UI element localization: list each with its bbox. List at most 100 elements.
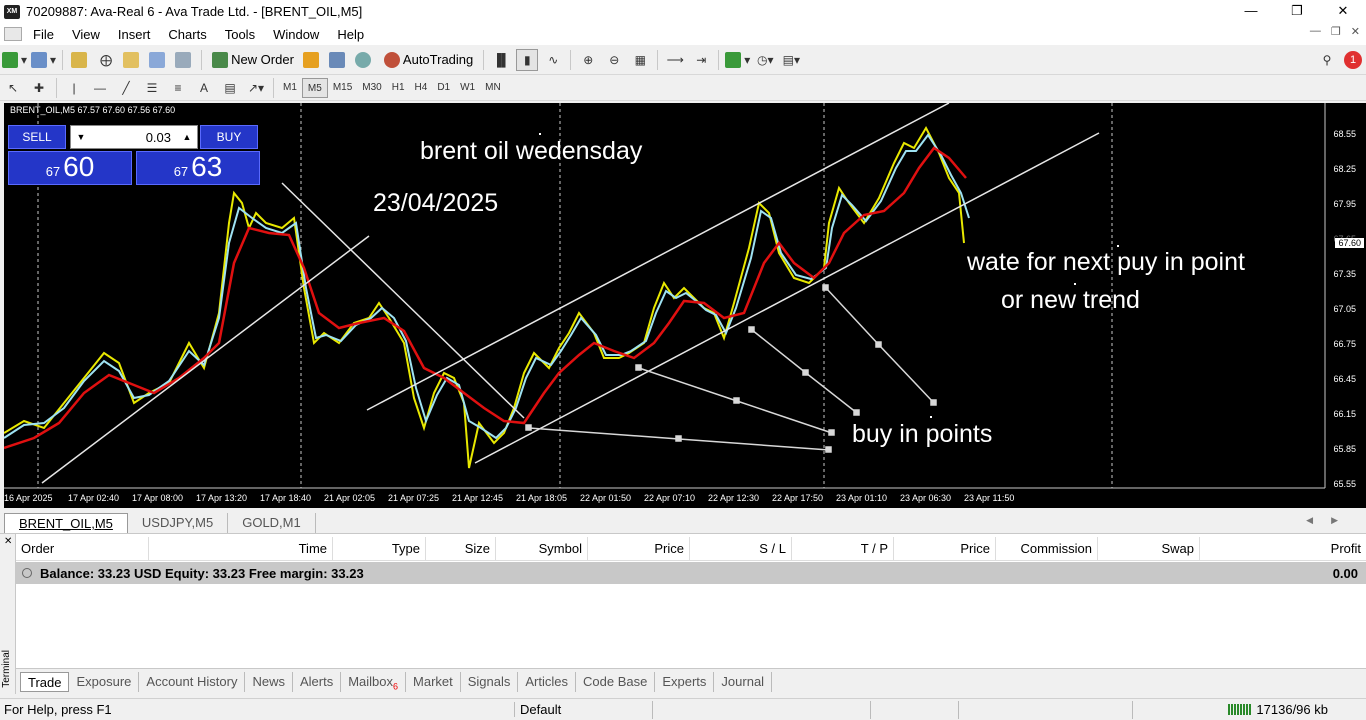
close-icon[interactable]: ✕ [1320, 0, 1366, 23]
chart-tab-gold[interactable]: GOLD,M1 [228, 513, 316, 533]
equidistant-channel-icon[interactable]: ☰ [141, 77, 163, 99]
column-size[interactable]: Size [426, 537, 496, 561]
trendline-icon[interactable]: ╱ [115, 77, 137, 99]
tab-signals[interactable]: Signals [461, 671, 519, 692]
templates-icon[interactable]: ▤▾ [780, 49, 802, 71]
crosshair-icon[interactable]: ✚ [28, 77, 50, 99]
sell-price-button[interactable]: 67 60 [8, 151, 132, 185]
column-type[interactable]: Type [333, 537, 426, 561]
column-profit[interactable]: Profit [1200, 537, 1366, 561]
tab-trade[interactable]: Trade [20, 671, 70, 692]
tf-w1[interactable]: W1 [455, 78, 480, 98]
tab-experts[interactable]: Experts [655, 671, 715, 692]
tf-h4[interactable]: H4 [410, 78, 433, 98]
menu-insert[interactable]: Insert [109, 27, 160, 42]
cursor-icon[interactable]: ↖ [2, 77, 24, 99]
tab-account-history[interactable]: Account History [139, 671, 246, 692]
lot-increase-icon[interactable]: ▲ [177, 132, 197, 142]
tf-mn[interactable]: MN [480, 78, 506, 98]
column-sl[interactable]: S / L [690, 537, 792, 561]
chart-window-icon[interactable] [4, 27, 22, 41]
bar-chart-icon[interactable]: ▐▌ [490, 49, 512, 71]
navigator-icon[interactable] [121, 49, 143, 71]
tabs-scroll-right-icon[interactable]: ▶ [1331, 515, 1356, 525]
menu-view[interactable]: View [63, 27, 109, 42]
tester-icon[interactable] [173, 49, 195, 71]
fibonacci-icon[interactable]: ≡ [167, 77, 189, 99]
balance-row[interactable]: Balance: 33.23 USD Equity: 33.23 Free ma… [16, 562, 1366, 584]
text-icon[interactable]: A [193, 77, 215, 99]
sell-button[interactable]: SELL [8, 125, 66, 149]
annotation-title[interactable]: brent oil wedensday [420, 137, 642, 166]
lot-decrease-icon[interactable]: ▼ [71, 132, 91, 142]
chart-tab-brent[interactable]: BRENT_OIL,M5 [4, 513, 128, 533]
lot-size-value[interactable]: 0.03 [91, 130, 177, 145]
auto-trading-button[interactable]: AutoTrading [380, 49, 477, 71]
column-symbol[interactable]: Symbol [496, 537, 588, 561]
metaeditor-icon[interactable] [302, 49, 324, 71]
tf-m15[interactable]: M15 [328, 78, 357, 98]
menu-file[interactable]: File [24, 27, 63, 42]
zoom-out-icon[interactable]: ⊖ [603, 49, 625, 71]
status-profile[interactable]: Default [514, 702, 652, 717]
community-icon[interactable] [354, 49, 376, 71]
mdi-minimize-icon[interactable]: — [1310, 25, 1321, 38]
candlestick-icon[interactable]: ▮ [516, 48, 539, 71]
column-price-current[interactable]: Price [894, 537, 996, 561]
column-commission[interactable]: Commission [996, 537, 1098, 561]
tf-d1[interactable]: D1 [432, 78, 455, 98]
price-chart[interactable]: BRENT_OIL,M5 67.57 67.60 67.56 67.60 SEL… [4, 103, 1366, 508]
mdi-close-icon[interactable]: ✕ [1351, 25, 1360, 38]
auto-scroll-icon[interactable]: ⟶ [664, 49, 686, 71]
column-swap[interactable]: Swap [1098, 537, 1200, 561]
menu-help[interactable]: Help [328, 27, 373, 42]
annotation-buy-points[interactable]: buy in points [852, 420, 992, 449]
buy-price-button[interactable]: 67 63 [136, 151, 260, 185]
column-time[interactable]: Time [149, 537, 333, 561]
menu-window[interactable]: Window [264, 27, 328, 42]
tabs-scroll-left-icon[interactable]: ◀ [1306, 515, 1331, 525]
zoom-in-icon[interactable]: ⊕ [577, 49, 599, 71]
tf-m30[interactable]: M30 [357, 78, 386, 98]
tab-alerts[interactable]: Alerts [293, 671, 342, 692]
line-chart-icon[interactable]: ∿ [542, 49, 564, 71]
annotation-date[interactable]: 23/04/2025 [373, 189, 498, 218]
mdi-restore-icon[interactable]: ❐ [1331, 25, 1341, 38]
new-chart-icon[interactable]: ▾ [2, 49, 27, 71]
lot-size-field[interactable]: ▼ 0.03 ▲ [70, 125, 198, 149]
notifications-icon[interactable]: 1 [1342, 49, 1364, 71]
tf-m1[interactable]: M1 [278, 78, 302, 98]
profiles-icon[interactable]: ▾ [31, 49, 56, 71]
vertical-line-icon[interactable]: | [63, 77, 85, 99]
new-order-button[interactable]: New Order [208, 49, 298, 71]
tab-news[interactable]: News [245, 671, 293, 692]
indicators-icon[interactable]: ▾ [725, 49, 750, 71]
tab-market[interactable]: Market [406, 671, 461, 692]
options-icon[interactable] [328, 49, 350, 71]
terminal-icon[interactable] [147, 49, 169, 71]
tab-articles[interactable]: Articles [518, 671, 577, 692]
text-label-icon[interactable]: ▤ [219, 77, 241, 99]
tab-journal[interactable]: Journal [714, 671, 773, 692]
tf-m5[interactable]: M5 [301, 77, 328, 98]
tab-mailbox[interactable]: Mailbox6 [341, 671, 407, 692]
annotation-note-2[interactable]: or new trend [1001, 286, 1140, 315]
maximize-icon[interactable]: ❐ [1274, 0, 1320, 23]
arrows-icon[interactable]: ↗▾ [245, 77, 267, 99]
tf-h1[interactable]: H1 [387, 78, 410, 98]
annotation-note-1[interactable]: wate for next puy in point [967, 248, 1245, 277]
chart-tab-usdjpy[interactable]: USDJPY,M5 [128, 513, 229, 533]
crosshair-nav-icon[interactable]: ⨁ [95, 49, 117, 71]
column-price[interactable]: Price [588, 537, 690, 561]
horizontal-line-icon[interactable]: — [89, 77, 111, 99]
column-tp[interactable]: T / P [792, 537, 894, 561]
chart-shift-icon[interactable]: ⇥ [690, 49, 712, 71]
status-connection[interactable]: 17136/96 kb [1228, 702, 1328, 717]
terminal-close-icon[interactable]: ✕ [4, 536, 12, 547]
minimize-icon[interactable]: — [1228, 0, 1274, 23]
search-icon[interactable]: ⚲ [1316, 49, 1338, 71]
menu-tools[interactable]: Tools [216, 27, 264, 42]
tile-windows-icon[interactable]: ▦ [629, 49, 651, 71]
periods-icon[interactable]: ◷▾ [754, 49, 776, 71]
menu-charts[interactable]: Charts [159, 27, 215, 42]
